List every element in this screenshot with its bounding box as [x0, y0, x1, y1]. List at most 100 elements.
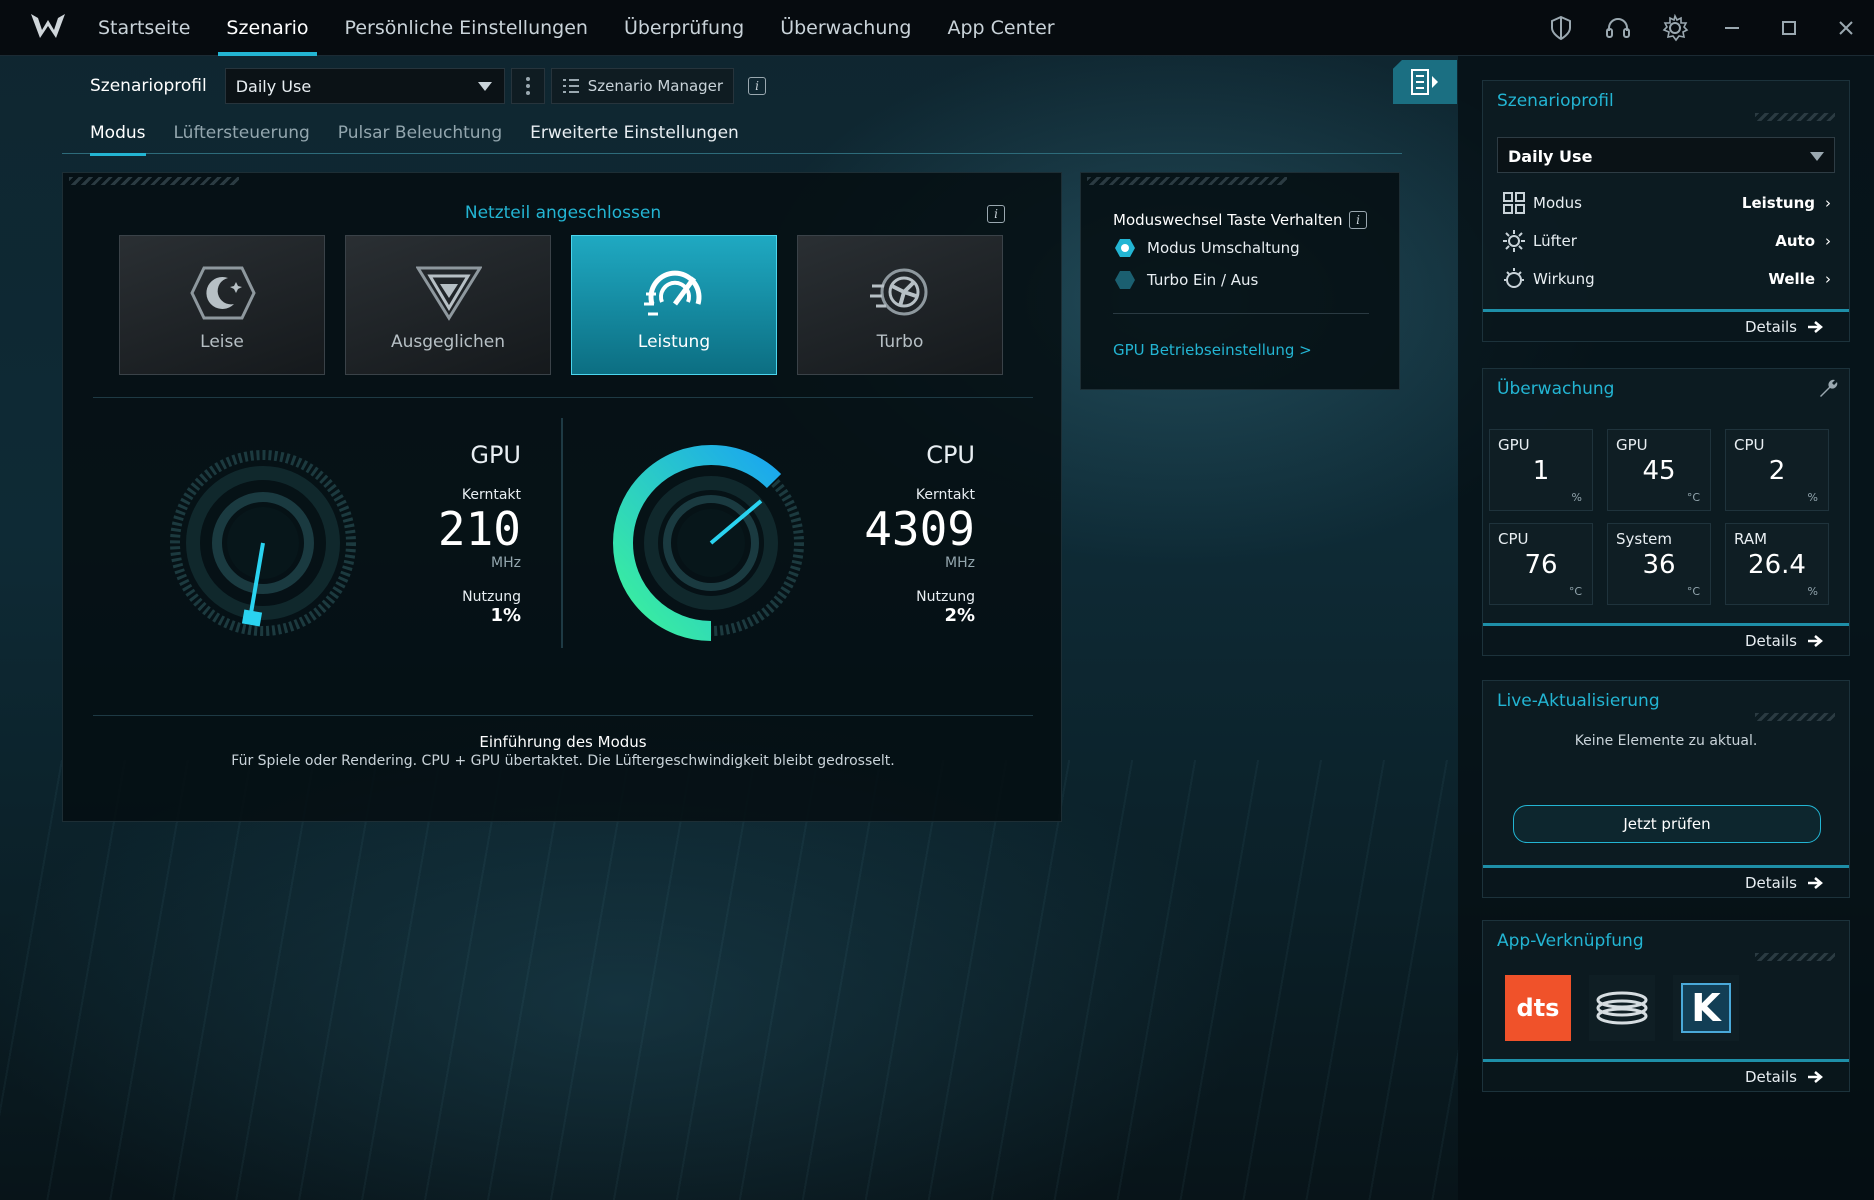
profile-bar: Szenarioprofil Daily Use Szenario Manage…: [90, 68, 767, 104]
maximize-icon[interactable]: [1760, 0, 1817, 56]
tab-ueberpruefung[interactable]: Überprüfung: [606, 0, 762, 56]
tab-startseite[interactable]: Startseite: [80, 0, 208, 56]
gpu-readout: GPU Kerntakt 210 MHz Nutzung 1%: [321, 441, 521, 626]
app-card-title: App-Verknüpfung: [1497, 931, 1644, 951]
sidebar-profile-select[interactable]: Daily Use: [1497, 137, 1835, 173]
tab-personal-settings[interactable]: Persönliche Einstellungen: [327, 0, 606, 56]
tile-label: CPU: [1734, 436, 1765, 454]
k-app-icon[interactable]: k: [1673, 975, 1739, 1041]
radio-selected-icon: [1115, 239, 1135, 257]
profile-row-modus[interactable]: Modus Leistung ›: [1501, 189, 1831, 217]
subtab-lueftersteuerung[interactable]: Lüftersteuerung: [160, 118, 324, 154]
light-effect-icon: [1501, 267, 1527, 291]
vertical-dots-icon: [525, 77, 530, 95]
cpu-clock-value: 4309: [864, 502, 975, 556]
profile-select-value: Daily Use: [235, 76, 312, 96]
arrow-right-icon: [1808, 320, 1823, 333]
gear-icon[interactable]: [1646, 0, 1703, 56]
profile-select[interactable]: Daily Use: [224, 68, 505, 104]
cpu-readout: CPU Kerntakt 4309 MHz Nutzung 2%: [775, 441, 975, 626]
subtab-pulsar-beleuchtung[interactable]: Pulsar Beleuchtung: [324, 118, 516, 154]
main-nav: Startseite Szenario Persönliche Einstell…: [80, 0, 1073, 56]
mode-ausgeglichen-label: Ausgeglichen: [390, 332, 506, 352]
card-hatch: [1755, 953, 1835, 961]
subtab-erweiterte-einstellungen[interactable]: Erweiterte Einstellungen: [516, 118, 753, 154]
sidebar-toggle-button[interactable]: [1393, 60, 1457, 104]
gpu-clock-unit: MHz: [491, 555, 521, 571]
tile-value: 1: [1532, 456, 1550, 486]
dts-logo-text: dts: [1516, 994, 1560, 1022]
fan-icon: [1501, 229, 1527, 253]
profile-row-luefter[interactable]: Lüfter Auto ›: [1501, 227, 1831, 255]
panel-hatch: [69, 177, 239, 185]
arrow-right-icon: [1808, 876, 1823, 889]
info-icon[interactable]: i: [748, 77, 767, 95]
sub-tabs: Modus Lüftersteuerung Pulsar Beleuchtung…: [62, 118, 1402, 156]
moon-icon: [190, 266, 256, 320]
mode-ausgeglichen-button[interactable]: Ausgeglichen: [345, 235, 551, 375]
tab-app-center[interactable]: App Center: [929, 0, 1072, 56]
profile-row-wirkung-label: Wirkung: [1533, 270, 1595, 288]
wrench-icon[interactable]: [1817, 377, 1839, 399]
monitor-details-button[interactable]: Details: [1483, 623, 1849, 655]
check-now-button[interactable]: Jetzt prüfen: [1513, 805, 1821, 843]
minimize-icon[interactable]: [1703, 0, 1760, 56]
mode-leise-label: Leise: [200, 332, 244, 352]
mode-info-icon[interactable]: i: [987, 205, 1005, 223]
tab-ueberwachung[interactable]: Überwachung: [762, 0, 929, 56]
radio-modus-umschaltung-label: Modus Umschaltung: [1147, 239, 1300, 257]
gauge-separator: [561, 418, 563, 648]
tile-label: GPU: [1616, 436, 1648, 454]
more-options-button[interactable]: [510, 68, 545, 104]
chevron-down-icon: [477, 82, 492, 91]
mode-turbo-button[interactable]: Turbo: [797, 235, 1003, 375]
monitor-details-label: Details: [1744, 631, 1797, 650]
mode-turbo-label: Turbo: [876, 332, 924, 352]
predator-logo-icon: [31, 14, 65, 38]
tile-unit: °C: [1568, 585, 1582, 598]
background-floor: [0, 760, 1460, 1200]
top-bar: Startseite Szenario Persönliche Einstell…: [0, 0, 1874, 56]
mode-panel: Netzteil angeschlossen i Leise Ausgeglic…: [62, 172, 1062, 822]
profile-row-wirkung[interactable]: Wirkung Welle ›: [1501, 265, 1831, 293]
dts-app-icon[interactable]: dts: [1505, 975, 1571, 1041]
scenario-manager-button[interactable]: Szenario Manager: [550, 68, 735, 104]
subtab-modus[interactable]: Modus: [62, 118, 160, 156]
gpu-clock-label: Kerntakt: [461, 487, 521, 503]
monitor-tile-gpu-usage: GPU 1%: [1489, 429, 1593, 511]
card-hatch: [1755, 713, 1835, 721]
radio-modus-umschaltung[interactable]: Modus Umschaltung: [1115, 239, 1300, 257]
switch-divider: [1113, 313, 1369, 314]
chevron-right-icon: ›: [1825, 232, 1831, 250]
arrow-right-icon: [1808, 1070, 1823, 1083]
headset-icon[interactable]: [1589, 0, 1646, 56]
app-details-button[interactable]: Details: [1483, 1059, 1849, 1091]
card-hatch: [1755, 113, 1835, 121]
tile-label: CPU: [1498, 530, 1529, 548]
mode-leistung-label: Leistung: [637, 332, 711, 352]
panel-hatch: [1087, 177, 1287, 185]
mode-switch-panel: Moduswechsel Taste Verhalten i Modus Ums…: [1080, 172, 1400, 390]
coil-app-icon[interactable]: [1589, 975, 1655, 1041]
gpu-usage-value: 1%: [490, 605, 521, 626]
tile-value: 45: [1642, 456, 1676, 486]
radio-turbo-ein-aus[interactable]: Turbo Ein / Aus: [1115, 271, 1258, 289]
sidebar-live-update-card: Live-Aktualisierung Keine Elemente zu ak…: [1482, 680, 1850, 898]
speedometer-icon: [644, 270, 702, 316]
profile-row-modus-label: Modus: [1533, 194, 1582, 212]
switch-title: Moduswechsel Taste Verhalten: [1113, 211, 1343, 229]
monitor-tile-gpu-temp: GPU 45 °C: [1607, 429, 1711, 511]
tab-szenario[interactable]: Szenario: [208, 0, 326, 56]
profile-details-label: Details: [1744, 317, 1797, 336]
switch-info-icon[interactable]: i: [1349, 211, 1367, 229]
gpu-clock-value: 210: [437, 502, 521, 556]
gpu-settings-link[interactable]: GPU Betriebseinstellung >: [1113, 341, 1312, 359]
scenario-manager-label: Szenario Manager: [587, 77, 724, 95]
close-icon[interactable]: [1817, 0, 1874, 56]
live-details-button[interactable]: Details: [1483, 865, 1849, 897]
profile-details-button[interactable]: Details: [1483, 309, 1849, 341]
mode-leise-button[interactable]: Leise: [119, 235, 325, 375]
mode-leistung-button[interactable]: Leistung: [571, 235, 777, 375]
shield-icon[interactable]: [1532, 0, 1589, 56]
sidebar-profile-value: Daily Use: [1508, 147, 1593, 166]
